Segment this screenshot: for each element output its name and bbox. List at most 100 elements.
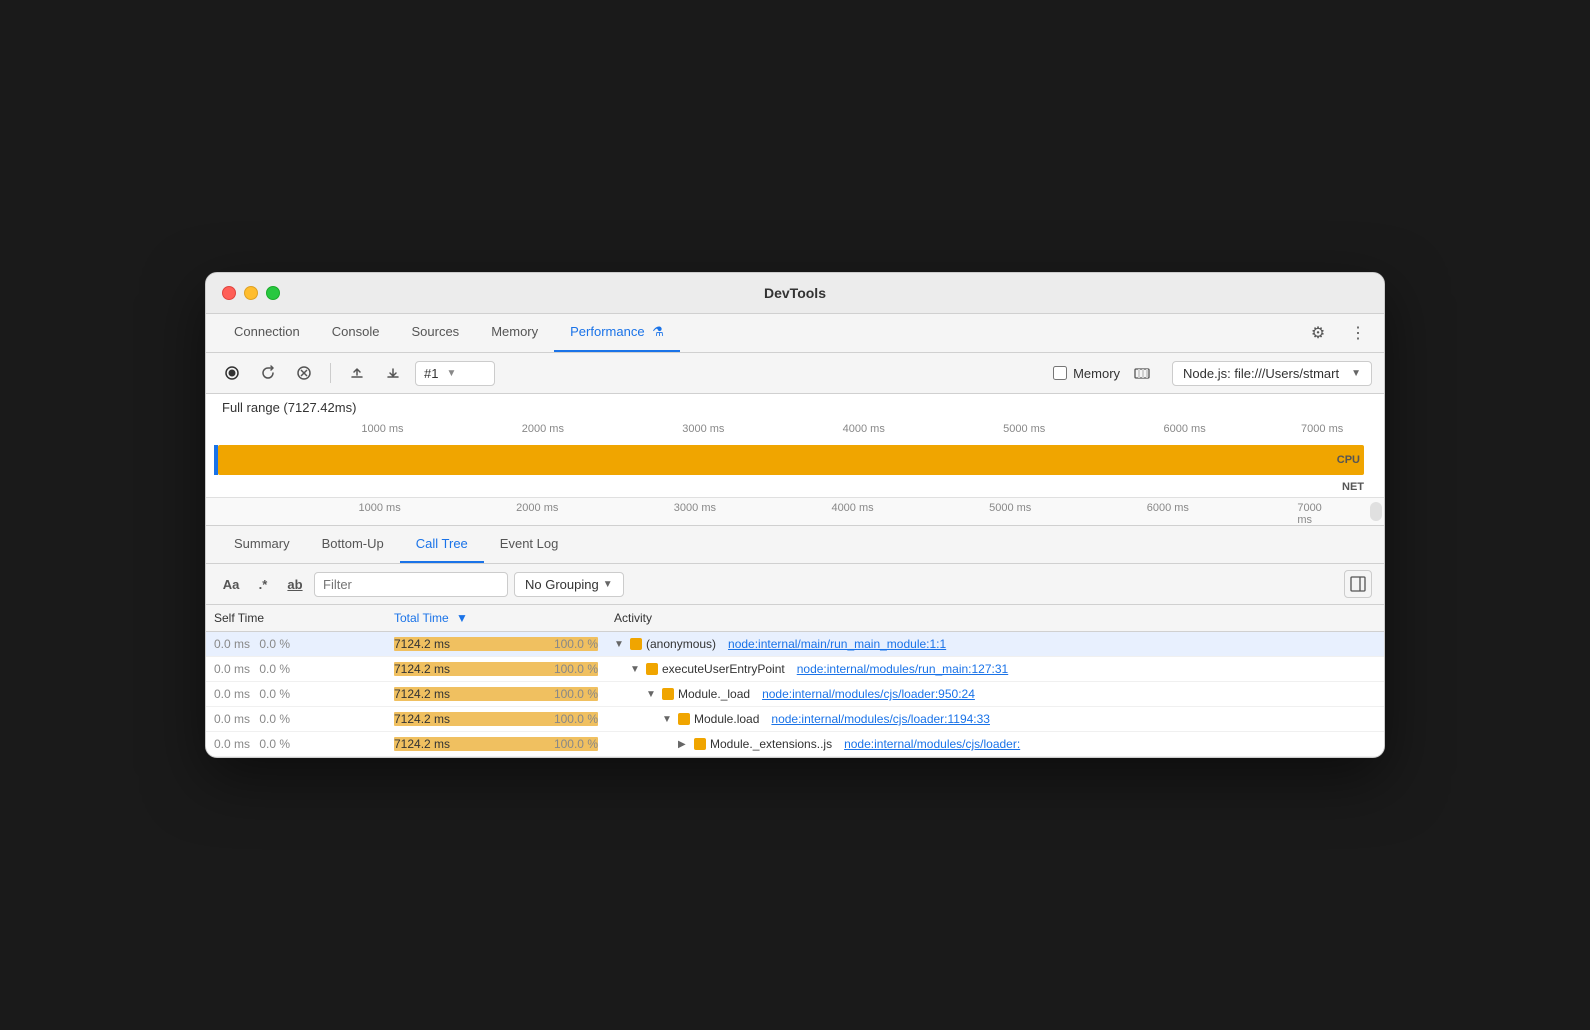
recording-selector[interactable]: #1 ▼ xyxy=(415,361,495,386)
sort-icon: ▼ xyxy=(456,611,468,625)
activity-cell: ▼ (anonymous) node:internal/main/run_mai… xyxy=(606,632,1384,657)
reload-button[interactable] xyxy=(254,359,282,387)
settings-button[interactable]: ⚙ xyxy=(1304,319,1332,347)
bottom-ruler-mark-1000: 1000 ms xyxy=(359,502,401,514)
bottom-ruler-mark-7000: 7000 ms xyxy=(1297,502,1331,526)
total-time-cell-5: 7124.2 ms 100.0 % xyxy=(386,732,606,757)
cpu-bar-container: CPU xyxy=(206,445,1384,475)
table-row[interactable]: 0.0 ms 0.0 % 7124.2 ms 100.0 % ▼ xyxy=(206,657,1384,682)
maximize-button[interactable] xyxy=(266,286,280,300)
clear-button[interactable] xyxy=(290,359,318,387)
memory-checkbox-area: Memory xyxy=(1053,366,1120,381)
timeline-ruler-top: 1000 ms 2000 ms 3000 ms 4000 ms 5000 ms … xyxy=(206,421,1384,445)
source-link[interactable]: node:internal/main/run_main_module:1:1 xyxy=(728,637,946,651)
tab-bottom-up[interactable]: Bottom-Up xyxy=(306,526,400,563)
timeline-scrollbar[interactable] xyxy=(1370,502,1382,521)
titlebar: DevTools xyxy=(206,273,1384,314)
total-pct: 100.0 % xyxy=(554,637,598,651)
tabs-bar: Connection Console Sources Memory Perfor… xyxy=(206,314,1384,353)
ruler-mark-6000: 6000 ms xyxy=(1164,423,1206,435)
minimize-button[interactable] xyxy=(244,286,258,300)
filter-input[interactable] xyxy=(314,572,508,597)
bottom-ruler-mark-5000: 5000 ms xyxy=(989,502,1031,514)
total-time-cell: 7124.2 ms 100.0 % xyxy=(386,632,606,657)
net-bar-container: NET xyxy=(206,475,1384,497)
expand-arrow[interactable]: ▼ xyxy=(614,639,626,650)
close-button[interactable] xyxy=(222,286,236,300)
total-time-cell-2: 7124.2 ms 100.0 % xyxy=(386,657,606,682)
self-time-ms: 0.0 ms xyxy=(214,637,250,651)
table-row[interactable]: 0.0 ms 0.0 % 7124.2 ms 100.0 % ▼ xyxy=(206,682,1384,707)
table-row[interactable]: 0.0 ms 0.0 % 7124.2 ms 100.0 % ▼ xyxy=(206,707,1384,732)
devtools-window: DevTools Connection Console Sources Memo… xyxy=(205,272,1385,758)
whole-word-button[interactable]: ab xyxy=(282,571,308,597)
regex-button[interactable]: .* xyxy=(250,571,276,597)
table-container: Self Time Total Time ▼ Activity 0.0 ms 0… xyxy=(206,605,1384,757)
grouping-dropdown-icon: ▼ xyxy=(603,579,613,590)
activity-icon xyxy=(630,638,642,650)
cpu-bar[interactable]: CPU xyxy=(218,445,1364,475)
recording-dropdown-icon: ▼ xyxy=(446,368,456,379)
ruler-mark-4000: 4000 ms xyxy=(843,423,885,435)
table-row[interactable]: 0.0 ms 0.0 % 7124.2 ms 100.0 % ▼ xyxy=(206,632,1384,657)
ruler-mark-7000: 7000 ms xyxy=(1301,423,1343,435)
panel-toggle-button[interactable] xyxy=(1344,570,1372,598)
net-label: NET xyxy=(1342,481,1364,493)
target-selector[interactable]: Node.js: file:///Users/stmart ▼ xyxy=(1172,361,1372,386)
table-row[interactable]: 0.0 ms 0.0 % 7124.2 ms 100.0 % ▶ xyxy=(206,732,1384,757)
recording-id: #1 xyxy=(424,366,438,381)
bottom-ruler-mark-6000: 6000 ms xyxy=(1147,502,1189,514)
bottom-ruler-mark-3000: 3000 ms xyxy=(674,502,716,514)
expand-arrow-2[interactable]: ▼ xyxy=(630,664,642,675)
toolbar: #1 ▼ Memory Node.js: file:///Users/stmar… xyxy=(206,353,1384,394)
tab-console[interactable]: Console xyxy=(316,314,396,352)
activity-name: (anonymous) xyxy=(646,637,716,651)
ruler-mark-2000: 2000 ms xyxy=(522,423,564,435)
tab-event-log[interactable]: Event Log xyxy=(484,526,575,563)
performance-flask-icon: ⚗ xyxy=(652,324,664,339)
expand-arrow-3[interactable]: ▼ xyxy=(646,689,658,700)
case-sensitive-button[interactable]: Aa xyxy=(218,571,244,597)
more-options-button[interactable]: ⋮ xyxy=(1344,319,1372,347)
tab-call-tree[interactable]: Call Tree xyxy=(400,526,484,563)
total-time-cell-3: 7124.2 ms 100.0 % xyxy=(386,682,606,707)
timeline-ruler-bottom: 1000 ms 2000 ms 3000 ms 4000 ms 5000 ms … xyxy=(206,497,1384,525)
ruler-mark-5000: 5000 ms xyxy=(1003,423,1045,435)
call-tree-table: Self Time Total Time ▼ Activity 0.0 ms 0… xyxy=(206,605,1384,757)
filter-bar: Aa .* ab No Grouping ▼ xyxy=(206,564,1384,605)
grouping-selector[interactable]: No Grouping ▼ xyxy=(514,572,624,597)
cpu-label: CPU xyxy=(1337,454,1360,466)
grouping-label: No Grouping xyxy=(525,577,599,592)
download-button[interactable] xyxy=(379,359,407,387)
tabs-bar-actions: ⚙ ⋮ xyxy=(1304,319,1372,347)
traffic-lights xyxy=(222,286,280,300)
tab-summary[interactable]: Summary xyxy=(218,526,306,563)
col-self-time: Self Time xyxy=(206,605,386,632)
tab-performance[interactable]: Performance ⚗ xyxy=(554,314,680,352)
col-total-time[interactable]: Total Time ▼ xyxy=(386,605,606,632)
memory-checkbox[interactable] xyxy=(1053,366,1067,380)
col-activity: Activity xyxy=(606,605,1384,632)
self-time-pct: 0.0 % xyxy=(259,637,290,651)
toolbar-divider-1 xyxy=(330,363,331,383)
net-row: NET xyxy=(214,477,1368,497)
record-button[interactable] xyxy=(218,359,246,387)
upload-button[interactable] xyxy=(343,359,371,387)
timeline-area: Full range (7127.42ms) 1000 ms 2000 ms 3… xyxy=(206,394,1384,526)
memory-icon-button[interactable] xyxy=(1128,359,1156,387)
ruler-mark-1000: 1000 ms xyxy=(361,423,403,435)
window-title: DevTools xyxy=(764,285,826,301)
analysis-tabs: Summary Bottom-Up Call Tree Event Log xyxy=(206,526,1384,564)
tab-sources[interactable]: Sources xyxy=(395,314,475,352)
tabs-list: Connection Console Sources Memory Perfor… xyxy=(218,314,1304,352)
target-label: Node.js: file:///Users/stmart xyxy=(1183,366,1339,381)
tab-memory[interactable]: Memory xyxy=(475,314,554,352)
cpu-timeline-wrapper: CPU xyxy=(214,445,1368,475)
expand-arrow-4[interactable]: ▼ xyxy=(662,714,674,725)
tab-connection[interactable]: Connection xyxy=(218,314,316,352)
memory-label: Memory xyxy=(1073,366,1120,381)
expand-arrow-5[interactable]: ▶ xyxy=(678,739,690,750)
target-dropdown-icon: ▼ xyxy=(1351,368,1361,379)
full-range-label: Full range (7127.42ms) xyxy=(206,394,1384,421)
ruler-mark-3000: 3000 ms xyxy=(682,423,724,435)
